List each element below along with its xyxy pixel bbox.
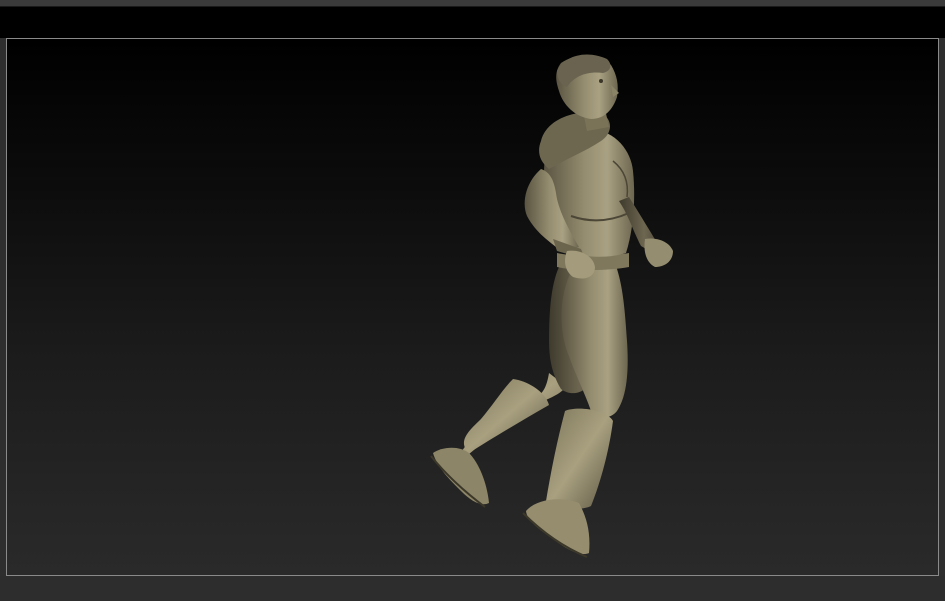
back-leg <box>430 373 566 508</box>
document-canvas[interactable] <box>6 38 939 576</box>
top-menu-strip <box>0 0 945 7</box>
viewport-top-margin <box>0 7 945 38</box>
legs <box>549 263 628 418</box>
sculpted-figure[interactable] <box>7 39 938 575</box>
viewport-bottom-margin <box>0 576 945 601</box>
front-leg <box>522 408 613 558</box>
zbrush-window <box>0 0 945 601</box>
